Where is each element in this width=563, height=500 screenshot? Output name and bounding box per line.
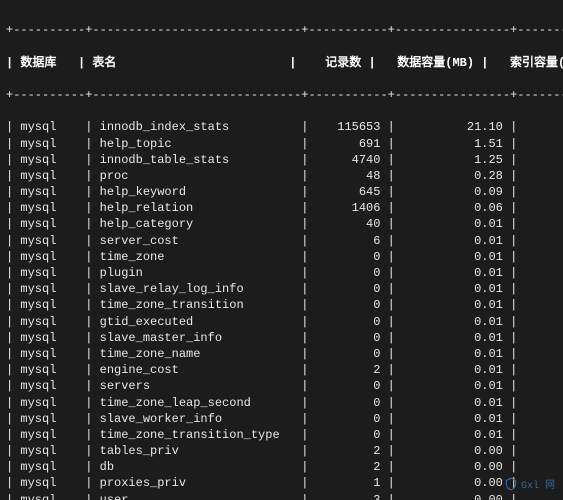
watermark: Gxl 网 [504,477,555,497]
table-row: | mysql | time_zone_leap_second | 0 | 0.… [6,395,557,411]
table-row: | mysql | time_zone_transition_type | 0 … [6,427,557,443]
table-row: | mysql | user | 3 | 0.00 | 0.00 | [6,492,557,500]
watermark-text: Gxl 网 [521,480,555,494]
table-row: | mysql | server_cost | 6 | 0.01 | 0.00 … [6,233,557,249]
table-row: | mysql | tables_priv | 2 | 0.00 | 0.00 … [6,443,557,459]
table-row: | mysql | gtid_executed | 0 | 0.01 | 0.0… [6,314,557,330]
table-row: | mysql | slave_master_info | 0 | 0.01 |… [6,330,557,346]
data-rows: | mysql | innodb_index_stats | 115653 | … [6,119,557,500]
table-row: | mysql | proxies_priv | 1 | 0.00 | 0.00… [6,475,557,491]
table-row: | mysql | help_category | 40 | 0.01 | 0.… [6,216,557,232]
table-row: | mysql | innodb_index_stats | 115653 | … [6,119,557,135]
table-row: | mysql | plugin | 0 | 0.01 | 0.00 | [6,265,557,281]
table-row: | mysql | servers | 0 | 0.01 | 0.00 | [6,378,557,394]
table-row: | mysql | time_zone | 0 | 0.01 | 0.00 | [6,249,557,265]
table-row: | mysql | proc | 48 | 0.28 | 0.00 | [6,168,557,184]
table-row: | mysql | help_topic | 691 | 1.51 | 0.07… [6,136,557,152]
table-row: | mysql | time_zone_transition | 0 | 0.0… [6,297,557,313]
shield-icon [504,477,518,497]
separator-mid: +----------+----------------------------… [6,87,557,103]
table-row: | mysql | db | 2 | 0.00 | 0.00 | [6,459,557,475]
table-row: | mysql | time_zone_name | 0 | 0.01 | 0.… [6,346,557,362]
table-row: | mysql | engine_cost | 2 | 0.01 | 0.00 … [6,362,557,378]
table-row: | mysql | help_relation | 1406 | 0.06 | … [6,200,557,216]
table-row: | mysql | help_keyword | 645 | 0.09 | 0.… [6,184,557,200]
terminal-output: +----------+----------------------------… [0,0,563,500]
header-row: | 数据库 | 表名 | 记录数 | 数据容量(MB) | 索引容量(MB) | [6,55,557,71]
table-row: | mysql | slave_relay_log_info | 0 | 0.0… [6,281,557,297]
table-row: | mysql | slave_worker_info | 0 | 0.01 |… [6,411,557,427]
separator-top: +----------+----------------------------… [6,22,557,38]
table-row: | mysql | innodb_table_stats | 4740 | 1.… [6,152,557,168]
